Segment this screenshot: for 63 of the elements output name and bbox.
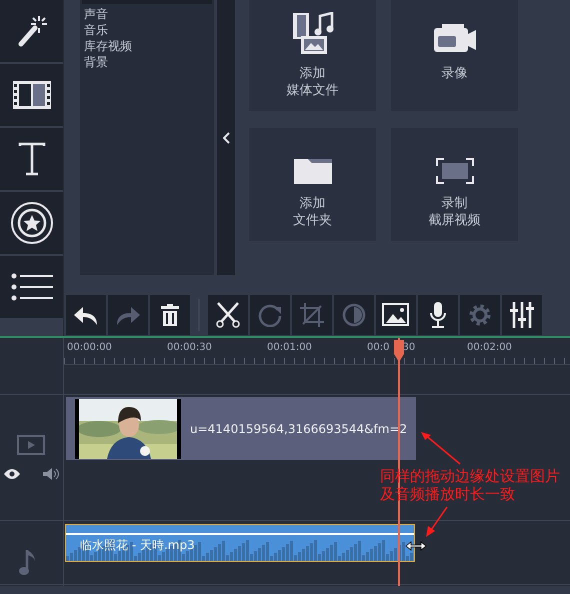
speaker-icon[interactable] bbox=[43, 468, 59, 480]
screen-capture-icon bbox=[436, 158, 474, 184]
list-icon bbox=[10, 273, 52, 301]
scissors-icon bbox=[216, 302, 240, 328]
sidebar-button[interactable] bbox=[0, 64, 63, 126]
tile-label: 添加 bbox=[300, 194, 326, 211]
category-item[interactable]: 音乐 bbox=[84, 22, 210, 38]
crop-icon bbox=[300, 303, 324, 327]
category-item[interactable]: 声音 bbox=[84, 6, 210, 22]
microphone-icon bbox=[429, 302, 447, 328]
tile-label: 录制 bbox=[442, 194, 468, 211]
cut-button[interactable] bbox=[208, 295, 248, 335]
music-note-icon bbox=[18, 548, 38, 576]
time-label: 00:02:00 bbox=[467, 342, 512, 353]
clip-title: 临水照花 - 天時.mp3 bbox=[80, 537, 195, 554]
tile-label: 添加 bbox=[300, 64, 326, 81]
equalizer-icon bbox=[510, 302, 534, 328]
sidebar-button[interactable] bbox=[0, 192, 63, 254]
text-tool-icon bbox=[18, 142, 46, 176]
mic-button[interactable] bbox=[418, 295, 458, 335]
redo-icon bbox=[115, 304, 141, 326]
undo-button[interactable] bbox=[66, 295, 106, 335]
action-tile[interactable]: 添加 文件夹 bbox=[249, 128, 376, 241]
time-label: 00:00:00 bbox=[67, 342, 112, 353]
settings-icon bbox=[468, 303, 492, 327]
chevron-left-icon bbox=[222, 132, 230, 144]
resize-cursor-icon bbox=[405, 541, 427, 551]
folder-icon bbox=[294, 158, 332, 184]
time-label: 00:0 bbox=[367, 342, 390, 353]
contrast-icon bbox=[342, 303, 366, 327]
sidebar-button[interactable] bbox=[0, 256, 63, 318]
image-icon bbox=[382, 303, 410, 327]
playhead-handle[interactable] bbox=[393, 340, 405, 362]
trash-icon bbox=[161, 304, 179, 326]
mixer-button[interactable] bbox=[502, 295, 542, 335]
media-files-icon bbox=[292, 12, 334, 54]
annotation-arrow bbox=[420, 431, 462, 465]
action-tile[interactable]: 添加 媒体文件 bbox=[249, 0, 376, 111]
video-camera-icon bbox=[434, 24, 476, 54]
eye-icon[interactable] bbox=[4, 469, 20, 479]
star-sticker-icon bbox=[10, 201, 54, 245]
tile-label: 录像 bbox=[442, 64, 468, 81]
time-label: 00:00:30 bbox=[167, 342, 212, 353]
tile-label: 截屏视频 bbox=[428, 211, 480, 228]
time-ruler[interactable]: 00:00:00 00:00:30 00:01:00 00:0 30 00:02:00 bbox=[63, 338, 570, 365]
rotate-icon bbox=[258, 303, 282, 327]
time-label: 30 bbox=[402, 342, 416, 353]
magic-wand-icon bbox=[16, 14, 46, 48]
film-strip-icon bbox=[12, 80, 52, 110]
tile-label: 媒体文件 bbox=[286, 81, 338, 98]
category-item[interactable]: 库存视频 bbox=[84, 38, 210, 54]
time-label: 00:01:00 bbox=[267, 342, 312, 353]
action-tile[interactable]: 录像 bbox=[391, 0, 518, 111]
action-tile[interactable]: 录制 截屏视频 bbox=[391, 128, 518, 241]
delete-button[interactable] bbox=[150, 295, 190, 335]
picture-button[interactable] bbox=[376, 295, 416, 335]
category-item[interactable]: 背景 bbox=[84, 54, 210, 70]
sidebar-button[interactable] bbox=[0, 0, 63, 62]
annotation-arrow bbox=[425, 506, 449, 538]
tile-label: 文件夹 bbox=[293, 211, 332, 228]
undo-icon bbox=[73, 304, 99, 326]
sidebar-button[interactable] bbox=[0, 128, 63, 190]
video-track-icon bbox=[17, 435, 45, 455]
